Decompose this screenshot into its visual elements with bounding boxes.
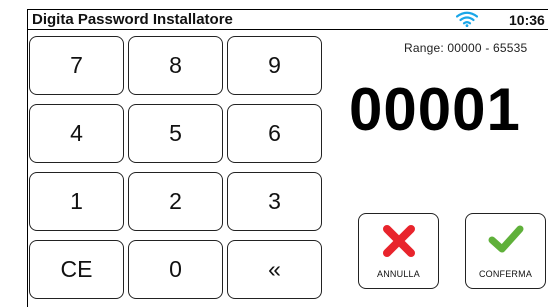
key-7[interactable]: 7 bbox=[29, 36, 124, 95]
confirm-button[interactable]: CONFERMA bbox=[465, 213, 546, 289]
green-check-icon bbox=[488, 225, 523, 253]
cancel-button[interactable]: ANNULLA bbox=[358, 213, 439, 289]
key-9[interactable]: 9 bbox=[227, 36, 322, 95]
key-6[interactable]: 6 bbox=[227, 104, 322, 163]
password-screen: Digita Password Installatore 10:36 7 8 9… bbox=[27, 9, 548, 307]
key-1[interactable]: 1 bbox=[29, 172, 124, 231]
confirm-label: CONFERMA bbox=[478, 269, 533, 279]
password-display: 00001 bbox=[349, 76, 521, 143]
range-label: Range: 00000 - 65535 bbox=[404, 41, 528, 55]
clock: 10:36 bbox=[509, 12, 545, 28]
red-x-icon bbox=[382, 225, 415, 257]
key-5[interactable]: 5 bbox=[128, 104, 223, 163]
key-8[interactable]: 8 bbox=[128, 36, 223, 95]
key-3[interactable]: 3 bbox=[227, 172, 322, 231]
title-bar: Digita Password Installatore 10:36 bbox=[28, 10, 548, 30]
cancel-label: ANNULLA bbox=[377, 269, 420, 279]
backspace-button[interactable]: « bbox=[227, 240, 322, 299]
key-2[interactable]: 2 bbox=[128, 172, 223, 231]
key-4[interactable]: 4 bbox=[29, 104, 124, 163]
key-0[interactable]: 0 bbox=[128, 240, 223, 299]
wifi-icon bbox=[455, 11, 479, 27]
screen-title: Digita Password Installatore bbox=[32, 11, 233, 28]
clear-entry-button[interactable]: CE bbox=[29, 240, 124, 299]
